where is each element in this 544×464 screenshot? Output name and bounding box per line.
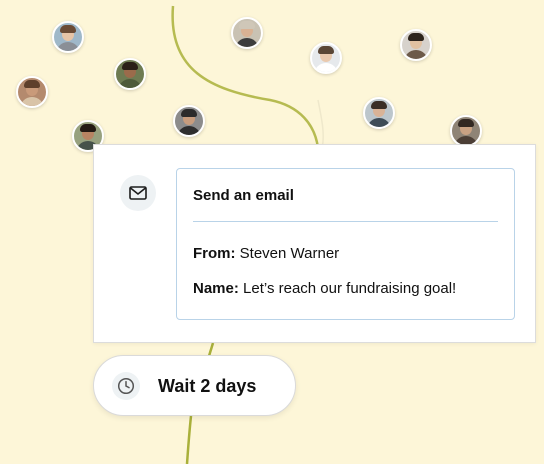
avatar-1 xyxy=(52,21,84,53)
from-label: From: xyxy=(193,245,240,262)
avatar-8 xyxy=(363,97,395,129)
avatar-7 xyxy=(173,105,205,137)
from-value: Steven Warner xyxy=(239,245,340,262)
step-title: Send an email xyxy=(193,187,294,204)
from-field: From: Steven Warner xyxy=(193,245,339,262)
avatar-5 xyxy=(310,42,342,74)
name-field: Name: Let’s reach our fundraising goal! xyxy=(193,280,456,297)
avatar-4 xyxy=(114,58,146,90)
wait-step-pill[interactable]: Wait 2 days xyxy=(93,355,296,416)
name-label: Name: xyxy=(193,280,244,297)
clock-icon xyxy=(112,372,140,400)
avatar-2 xyxy=(231,17,263,49)
name-value: Let’s reach our fundraising goal! xyxy=(243,280,457,297)
avatar-6 xyxy=(16,76,48,108)
mail-icon xyxy=(120,175,156,211)
wait-label: Wait 2 days xyxy=(158,376,257,396)
avatar-10 xyxy=(450,115,482,147)
email-details-panel[interactable]: Send an email From: Steven Warner Name: … xyxy=(176,168,515,320)
avatar-3 xyxy=(400,29,432,61)
send-email-step-card[interactable]: Send an email From: Steven Warner Name: … xyxy=(93,144,536,343)
divider xyxy=(193,221,498,222)
